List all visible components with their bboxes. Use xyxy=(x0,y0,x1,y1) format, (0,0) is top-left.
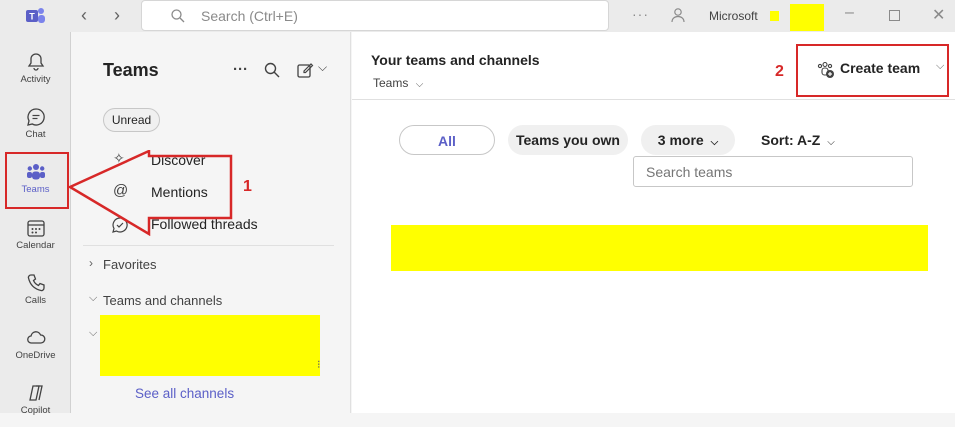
calendar-icon xyxy=(27,220,45,237)
teams-logo: T xyxy=(24,5,46,27)
teams-view-label: Teams xyxy=(373,76,409,90)
chevron-down-icon: ⌵ xyxy=(89,292,98,304)
redacted-team-card[interactable] xyxy=(391,225,928,271)
chevron-right-icon: › xyxy=(89,256,93,270)
copilot-icon xyxy=(29,385,43,401)
rail-label-copilot: Copilot xyxy=(20,405,51,416)
search-input[interactable]: Search (Ctrl+E) xyxy=(141,0,609,31)
see-all-channels-link[interactable]: See all channels xyxy=(135,386,234,401)
rail-label-chat: Chat xyxy=(25,129,46,140)
forward-button[interactable]: › xyxy=(114,5,120,26)
rail-label-calls: Calls xyxy=(24,295,47,306)
divider xyxy=(83,245,334,246)
annotation-number-2: 2 xyxy=(775,63,784,80)
app-rail: Activity Chat Teams Calendar Calls OneDr… xyxy=(0,32,71,416)
chevron-down-icon[interactable]: ⌵ xyxy=(318,60,327,75)
search-teams-input[interactable] xyxy=(633,156,913,187)
annotation-box-create-team xyxy=(796,44,949,97)
title-bar: T ‹ › Search (Ctrl+E) ··· Microsoft – ✕ xyxy=(0,0,955,32)
redacted-badge xyxy=(770,11,779,21)
rail-item-chat[interactable]: Chat xyxy=(0,99,71,151)
search-icon xyxy=(171,9,185,23)
teams-and-channels-label: Teams and channels xyxy=(103,293,223,308)
chevron-down-icon: ⌵ xyxy=(710,137,719,148)
sort-label: Sort: A-Z xyxy=(761,132,821,148)
pane-title: Teams xyxy=(103,60,159,80)
org-name: Microsoft xyxy=(709,9,758,23)
teams-view-dropdown[interactable]: Teams ⌵ xyxy=(373,74,423,90)
redacted-avatar[interactable] xyxy=(790,4,824,31)
chevron-down-icon: ⌵ xyxy=(89,327,98,339)
rail-label-calendar: Calendar xyxy=(16,240,55,251)
svg-text:T: T xyxy=(29,12,35,22)
close-button[interactable]: ✕ xyxy=(932,5,945,25)
filter-owned-label: Teams you own xyxy=(516,132,620,148)
page-title: Your teams and channels xyxy=(371,52,540,68)
redacted-team-entry[interactable] xyxy=(100,315,320,376)
favorites-label: Favorites xyxy=(103,257,157,272)
rail-label-activity: Activity xyxy=(20,74,51,85)
filter-all-label: All xyxy=(438,133,456,149)
profile-settings-icon[interactable] xyxy=(670,7,686,23)
bell-icon xyxy=(27,53,45,71)
section-teams-and-channels[interactable]: ⌵ Teams and channels xyxy=(71,292,351,312)
search-icon[interactable] xyxy=(264,62,280,78)
filter-teams-you-own[interactable]: Teams you own xyxy=(508,125,628,155)
rail-item-onedrive[interactable]: OneDrive xyxy=(0,320,71,372)
filter-chip-unread[interactable]: Unread xyxy=(103,108,160,132)
filter-all[interactable]: All xyxy=(399,125,495,155)
search-placeholder: Search (Ctrl+E) xyxy=(201,8,298,24)
filter-more-label: 3 more xyxy=(657,132,704,148)
cloud-icon xyxy=(27,331,46,344)
rail-label-onedrive: OneDrive xyxy=(15,350,56,361)
annotation-arrow xyxy=(69,150,233,236)
back-button[interactable]: ‹ xyxy=(81,5,87,26)
rail-item-copilot[interactable]: Copilot xyxy=(0,375,71,427)
section-favorites[interactable]: › Favorites xyxy=(71,256,351,276)
chevron-down-icon: ⌵ xyxy=(415,79,424,90)
phone-icon xyxy=(27,274,45,292)
filter-chip-label: Unread xyxy=(111,113,152,127)
chevron-down-icon: ⌵ xyxy=(827,137,835,148)
maximize-button[interactable] xyxy=(889,10,900,21)
minimize-button[interactable]: – xyxy=(845,4,854,22)
team-more-icon[interactable]: ⁝ xyxy=(317,358,321,371)
chat-icon xyxy=(27,108,45,126)
annotation-number-1: 1 xyxy=(243,178,252,195)
rail-item-calendar[interactable]: Calendar xyxy=(0,210,71,262)
annotation-box-teams xyxy=(5,152,69,209)
filter-more[interactable]: 3 more ⌵ xyxy=(641,125,735,155)
pane-more-options-icon[interactable]: ··· xyxy=(233,61,248,78)
compose-icon[interactable] xyxy=(296,61,314,79)
sort-dropdown[interactable]: Sort: A-Z ⌵ xyxy=(761,125,835,155)
rail-item-calls[interactable]: Calls xyxy=(0,265,71,317)
rail-item-activity[interactable]: Activity xyxy=(0,44,71,96)
more-options-icon[interactable]: ··· xyxy=(632,6,649,22)
